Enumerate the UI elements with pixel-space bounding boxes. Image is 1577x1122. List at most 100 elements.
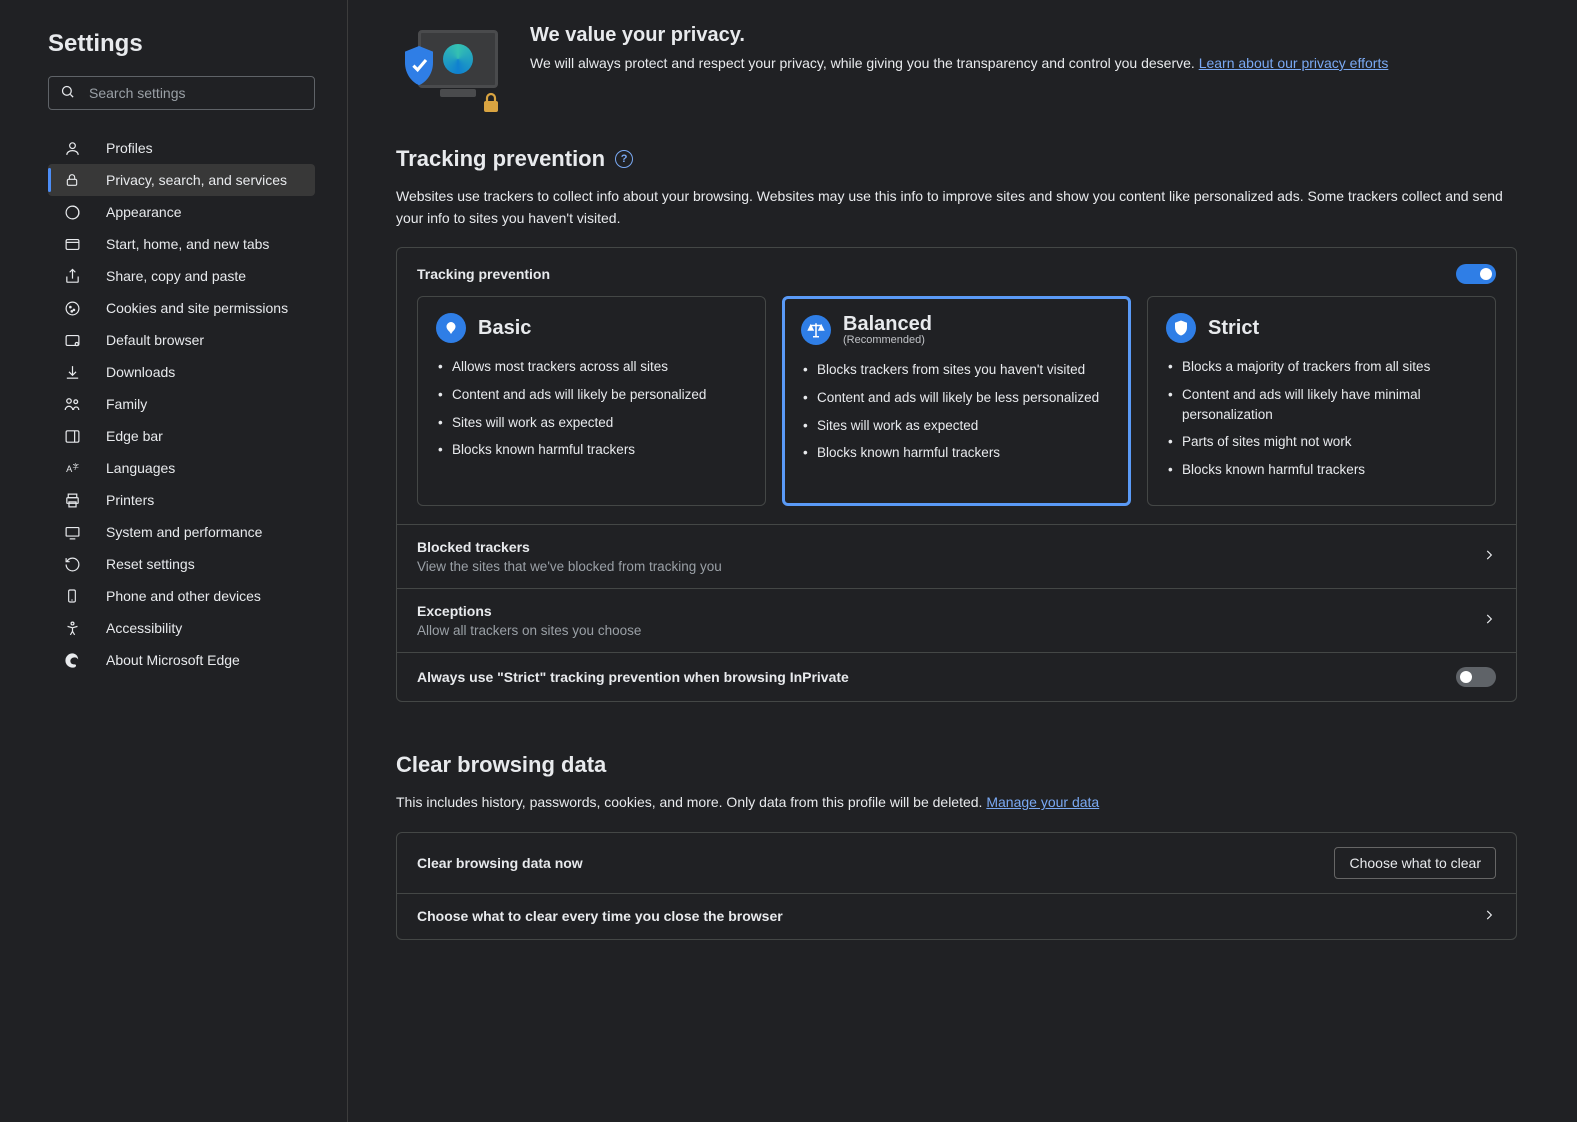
privacy-hero: We value your privacy. We will always pr… — [396, 24, 1517, 110]
sidebar-item-label: Privacy, search, and services — [106, 172, 287, 188]
sidebar-item-share[interactable]: Share, copy and paste — [48, 260, 315, 292]
sidebar-item-profiles[interactable]: Profiles — [48, 132, 315, 164]
tracking-toggle-label: Tracking prevention — [417, 266, 550, 282]
row-subtitle: Allow all trackers on sites you choose — [417, 623, 1482, 638]
sidebar-item-label: System and performance — [106, 524, 262, 540]
option-bullet: Blocks known harmful trackers — [1166, 460, 1477, 480]
sidebar-item-printers[interactable]: Printers — [48, 484, 315, 516]
settings-title: Settings — [48, 30, 347, 58]
sidebar-item-cookies[interactable]: Cookies and site permissions — [48, 292, 315, 324]
sidebar-item-label: Default browser — [106, 332, 204, 348]
edge-bar-icon — [62, 428, 82, 445]
main-content: We value your privacy. We will always pr… — [348, 0, 1577, 1122]
settings-nav: Profiles Privacy, search, and services A… — [0, 132, 347, 676]
option-bullet: Blocks a majority of trackers from all s… — [1166, 357, 1477, 377]
settings-sidebar: Settings Profiles Privacy, search, and s… — [0, 0, 348, 1122]
clear-desc: This includes history, passwords, cookie… — [396, 792, 1517, 814]
exceptions-row[interactable]: Exceptions Allow all trackers on sites y… — [397, 588, 1516, 652]
clear-browsing-title: Clear browsing data — [396, 752, 1517, 778]
sidebar-item-about[interactable]: About Microsoft Edge — [48, 644, 315, 676]
sidebar-item-start[interactable]: Start, home, and new tabs — [48, 228, 315, 260]
choose-what-to-clear-button[interactable]: Choose what to clear — [1334, 847, 1496, 879]
sidebar-item-accessibility[interactable]: Accessibility — [48, 612, 315, 644]
sidebar-item-reset[interactable]: Reset settings — [48, 548, 315, 580]
search-input[interactable] — [48, 76, 315, 110]
clear-on-close-row[interactable]: Choose what to clear every time you clos… — [397, 893, 1516, 939]
privacy-efforts-link[interactable]: Learn about our privacy efforts — [1199, 55, 1389, 71]
tracking-prevention-title: Tracking prevention ? — [396, 146, 1517, 172]
system-icon — [62, 524, 82, 541]
blocked-trackers-row[interactable]: Blocked trackers View the sites that we'… — [397, 524, 1516, 588]
sidebar-item-privacy[interactable]: Privacy, search, and services — [48, 164, 315, 196]
profile-icon — [62, 140, 82, 157]
row-subtitle: View the sites that we've blocked from t… — [417, 559, 1482, 574]
privacy-hero-graphic — [396, 30, 506, 110]
sidebar-item-edge-bar[interactable]: Edge bar — [48, 420, 315, 452]
sidebar-item-family[interactable]: Family — [48, 388, 315, 420]
option-title: Balanced — [843, 313, 932, 336]
row-title: Choose what to clear every time you clos… — [417, 908, 783, 924]
chevron-right-icon — [1482, 548, 1496, 565]
phone-icon — [62, 588, 82, 604]
sidebar-item-label: Edge bar — [106, 428, 163, 444]
sidebar-item-system[interactable]: System and performance — [48, 516, 315, 548]
balanced-icon — [801, 315, 831, 345]
lock-icon — [62, 172, 82, 188]
option-bullet: Content and ads will likely have minimal… — [1166, 385, 1477, 424]
hero-title: We value your privacy. — [530, 24, 1388, 47]
appearance-icon — [62, 204, 82, 221]
tracking-toggle[interactable] — [1456, 264, 1496, 284]
option-bullet: Parts of sites might not work — [1166, 432, 1477, 452]
option-bullet: Allows most trackers across all sites — [436, 357, 747, 377]
tracking-option-balanced[interactable]: Balanced (Recommended) Blocks trackers f… — [782, 296, 1131, 506]
share-icon — [62, 268, 82, 285]
row-title: Always use "Strict" tracking prevention … — [417, 669, 849, 685]
download-icon — [62, 364, 82, 381]
strict-inprivate-toggle[interactable] — [1456, 667, 1496, 687]
tracking-card: Tracking prevention Basic Allows most tr… — [396, 247, 1517, 702]
sidebar-item-downloads[interactable]: Downloads — [48, 356, 315, 388]
option-bullet: Sites will work as expected — [436, 413, 747, 433]
printer-icon — [62, 492, 82, 509]
accessibility-icon — [62, 620, 82, 637]
option-bullet: Blocks trackers from sites you haven't v… — [801, 360, 1112, 380]
sidebar-item-label: Profiles — [106, 140, 153, 156]
option-bullet: Blocks known harmful trackers — [801, 443, 1112, 463]
sidebar-item-label: Family — [106, 396, 147, 412]
manage-data-link[interactable]: Manage your data — [986, 794, 1099, 810]
tabs-icon — [62, 236, 82, 253]
option-subtitle: (Recommended) — [843, 334, 932, 346]
tracking-option-strict[interactable]: Strict Blocks a majority of trackers fro… — [1147, 296, 1496, 506]
sidebar-item-label: Printers — [106, 492, 154, 508]
sidebar-item-appearance[interactable]: Appearance — [48, 196, 315, 228]
sidebar-item-label: About Microsoft Edge — [106, 652, 240, 668]
row-title: Clear browsing data now — [417, 855, 583, 871]
language-icon: A字 — [62, 460, 82, 477]
browser-icon — [62, 332, 82, 349]
help-icon[interactable]: ? — [615, 150, 633, 168]
chevron-right-icon — [1482, 908, 1496, 925]
chevron-right-icon — [1482, 612, 1496, 629]
search-icon — [60, 84, 75, 102]
sidebar-item-label: Share, copy and paste — [106, 268, 246, 284]
tracking-option-basic[interactable]: Basic Allows most trackers across all si… — [417, 296, 766, 506]
sidebar-item-label: Phone and other devices — [106, 588, 261, 604]
edge-icon — [62, 652, 82, 669]
sidebar-item-label: Reset settings — [106, 556, 195, 572]
hero-text: We will always protect and respect your … — [530, 53, 1388, 74]
sidebar-item-label: Cookies and site permissions — [106, 300, 288, 316]
reset-icon — [62, 556, 82, 573]
basic-icon — [436, 313, 466, 343]
row-title: Exceptions — [417, 603, 1482, 619]
option-bullet: Blocks known harmful trackers — [436, 440, 747, 460]
sidebar-item-languages[interactable]: A字 Languages — [48, 452, 315, 484]
sidebar-item-default-browser[interactable]: Default browser — [48, 324, 315, 356]
strict-icon — [1166, 313, 1196, 343]
sidebar-item-label: Appearance — [106, 204, 182, 220]
option-bullet: Content and ads will likely be personali… — [436, 385, 747, 405]
clear-card: Clear browsing data now Choose what to c… — [396, 832, 1517, 940]
option-title: Strict — [1208, 317, 1259, 340]
cookie-icon — [62, 300, 82, 317]
sidebar-item-phone[interactable]: Phone and other devices — [48, 580, 315, 612]
row-title: Blocked trackers — [417, 539, 1482, 555]
